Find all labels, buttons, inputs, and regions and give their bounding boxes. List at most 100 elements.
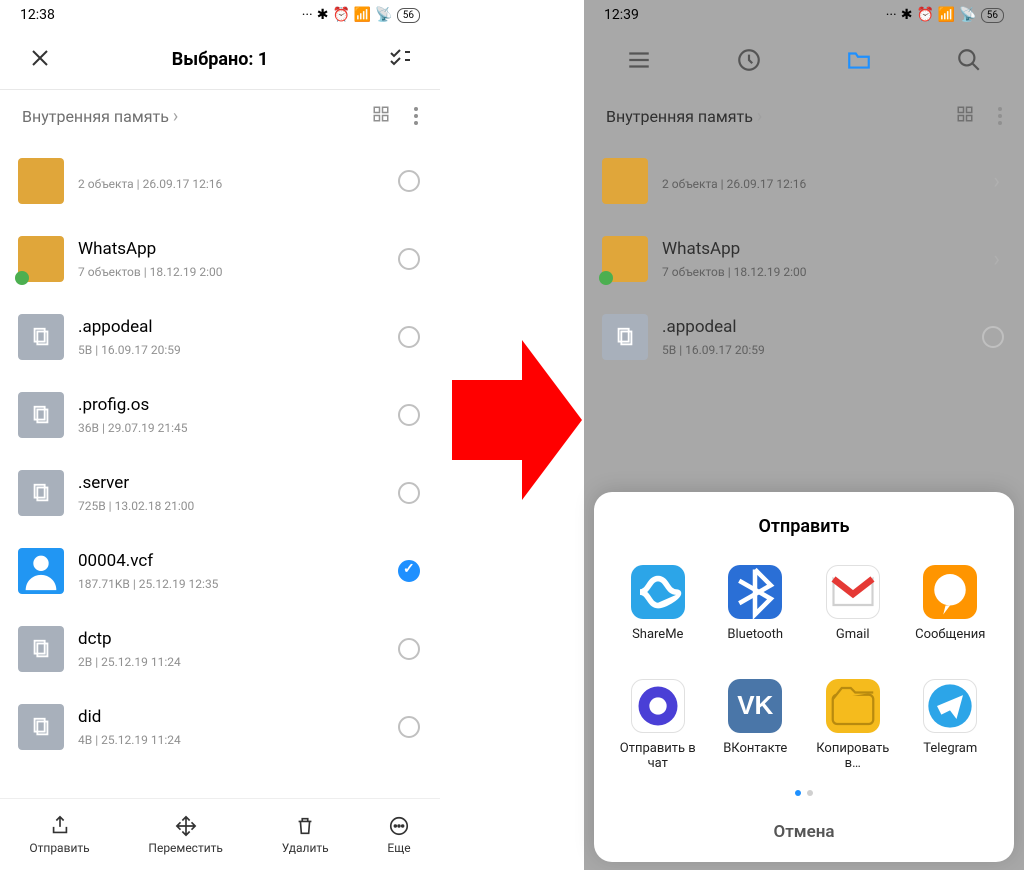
recent-icon[interactable] — [736, 47, 762, 73]
share-sheet-title: Отправить — [614, 516, 994, 537]
battery-icon: 56 — [397, 8, 420, 23]
more-options-icon[interactable] — [414, 107, 418, 125]
grid-view-icon[interactable] — [372, 105, 390, 127]
file-meta: 187.71KB | 25.12.19 12:35 — [78, 577, 384, 591]
selection-radio[interactable] — [398, 248, 420, 270]
file-name: .appodeal — [78, 317, 384, 337]
share-app-label: Telegram — [923, 741, 977, 771]
file-name: dctp — [78, 629, 384, 649]
select-all-icon[interactable] — [388, 46, 412, 74]
file-name: did — [78, 707, 384, 727]
chevron-right-icon: › — [757, 106, 762, 127]
breadcrumb: Внутренняя память › — [0, 90, 440, 142]
share-app-vk[interactable]: VK ВКонтакте — [712, 679, 800, 772]
share-sheet: Отправить ShareMe Bluetooth Gmail Сообщения… — [594, 492, 1014, 862]
file-row[interactable]: dctp 2B | 25.12.19 11:24 — [0, 610, 440, 688]
file-list: 2 объекта | 26.09.17 12:16 WhatsApp7 объе… — [0, 142, 440, 766]
status-bar: 12:38 ···✱⏰📶📡 56 — [0, 0, 440, 30]
share-app-gmail[interactable]: Gmail — [809, 565, 897, 657]
file-name: .server — [78, 473, 384, 493]
selection-radio[interactable] — [398, 560, 420, 582]
main-toolbar — [584, 30, 1024, 90]
share-app-label: Отправить в чат — [614, 741, 702, 772]
messages-icon — [923, 565, 977, 619]
menu-icon[interactable] — [626, 47, 652, 73]
vk-icon: VK — [728, 679, 782, 733]
file-meta: 2 объекта | 26.09.17 12:16 — [662, 177, 975, 191]
breadcrumb: Внутренняя память › — [584, 90, 1024, 142]
file-row[interactable]: .server 725B | 13.02.18 21:00 — [0, 454, 440, 532]
phone-screen-right: 12:39 ···✱⏰📶📡 56 Внутренняя память › — [584, 0, 1024, 870]
status-bar: 12:39 ···✱⏰📶📡 56 — [584, 0, 1024, 30]
file-row[interactable]: .appodeal 5B | 16.09.17 20:59 — [584, 298, 1024, 376]
selection-toolbar: Выбрано: 1 — [0, 30, 440, 90]
clock: 12:39 — [604, 7, 639, 23]
share-app-sendchat[interactable]: Отправить в чат — [614, 679, 702, 772]
share-app-bluetooth[interactable]: Bluetooth — [712, 565, 800, 657]
share-app-label: Bluetooth — [727, 627, 783, 657]
file-row[interactable]: 00004.vcf 187.71KB | 25.12.19 12:35 — [0, 532, 440, 610]
file-name: 00004.vcf — [78, 551, 384, 571]
selection-radio[interactable] — [398, 716, 420, 738]
sendchat-icon — [631, 679, 685, 733]
send-button[interactable]: Отправить — [29, 815, 89, 855]
selection-radio[interactable] — [398, 170, 420, 192]
file-row[interactable]: 2 объекта | 26.09.17 12:16› — [584, 142, 1024, 220]
status-icons: ···✱⏰📶📡 56 — [886, 7, 1004, 23]
clock: 12:38 — [20, 7, 55, 23]
file-meta: 4B | 25.12.19 11:24 — [78, 733, 384, 747]
file-meta: 2B | 25.12.19 11:24 — [78, 655, 384, 669]
breadcrumb-path[interactable]: Внутренняя память › — [22, 106, 178, 127]
file-row[interactable]: did 4B | 25.12.19 11:24 — [0, 688, 440, 766]
grid-view-icon[interactable] — [956, 105, 974, 127]
file-list: 2 объекта | 26.09.17 12:16›WhatsApp7 объ… — [584, 142, 1024, 376]
file-row[interactable]: WhatsApp7 объектов | 18.12.19 2:00› — [584, 220, 1024, 298]
battery-icon: 56 — [981, 8, 1004, 23]
file-meta: 2 объекта | 26.09.17 12:16 — [78, 177, 384, 191]
selection-radio[interactable] — [398, 482, 420, 504]
share-app-grid: ShareMe Bluetooth Gmail Сообщения Отправить … — [614, 565, 994, 772]
folder-icon[interactable] — [846, 47, 872, 73]
chevron-right-icon: › — [173, 106, 178, 127]
file-name: .profig.os — [78, 395, 384, 415]
gmail-icon — [826, 565, 880, 619]
delete-button[interactable]: Удалить — [282, 815, 329, 855]
share-app-messages[interactable]: Сообщения — [907, 565, 995, 657]
file-meta: 725B | 13.02.18 21:00 — [78, 499, 384, 513]
file-meta: 7 объектов | 18.12.19 2:00 — [78, 265, 384, 279]
chevron-right-icon: › — [989, 247, 1004, 272]
file-row[interactable]: .profig.os 36B | 29.07.19 21:45 — [0, 376, 440, 454]
search-icon[interactable] — [956, 47, 982, 73]
page-indicator — [614, 790, 994, 796]
cancel-button[interactable]: Отмена — [614, 810, 994, 846]
file-meta: 5B | 16.09.17 20:59 — [78, 343, 384, 357]
share-app-label: ВКонтакте — [723, 741, 787, 771]
file-meta: 36B | 29.07.19 21:45 — [78, 421, 384, 435]
share-app-copy[interactable]: Копировать в… — [809, 679, 897, 772]
action-bar: Отправить Переместить Удалить Еще — [0, 798, 440, 870]
more-options-icon[interactable] — [998, 107, 1002, 125]
copy-icon — [826, 679, 880, 733]
share-app-label: Сообщения — [915, 627, 985, 657]
selection-radio[interactable] — [398, 404, 420, 426]
file-name: .appodeal — [662, 317, 968, 337]
file-row[interactable]: .appodeal 5B | 16.09.17 20:59 — [0, 298, 440, 376]
file-meta: 7 объектов | 18.12.19 2:00 — [662, 265, 975, 279]
selection-radio[interactable] — [398, 326, 420, 348]
breadcrumb-path[interactable]: Внутренняя память › — [606, 106, 762, 127]
file-meta: 5B | 16.09.17 20:59 — [662, 343, 968, 357]
file-row[interactable]: WhatsApp7 объектов | 18.12.19 2:00 — [0, 220, 440, 298]
move-button[interactable]: Переместить — [148, 815, 223, 855]
phone-screen-left: 12:38 ···✱⏰📶📡 56 Выбрано: 1 Внутренняя п… — [0, 0, 440, 870]
share-app-telegram[interactable]: Telegram — [907, 679, 995, 772]
telegram-icon — [923, 679, 977, 733]
shareme-icon — [631, 565, 685, 619]
selection-radio[interactable] — [398, 638, 420, 660]
file-row[interactable]: 2 объекта | 26.09.17 12:16 — [0, 142, 440, 220]
selection-radio[interactable] — [982, 326, 1004, 348]
more-button[interactable]: Еще — [387, 815, 410, 855]
transition-arrow-icon — [452, 330, 582, 510]
selection-count: Выбрано: 1 — [172, 49, 269, 70]
close-icon[interactable] — [28, 46, 52, 74]
share-app-shareme[interactable]: ShareMe — [614, 565, 702, 657]
